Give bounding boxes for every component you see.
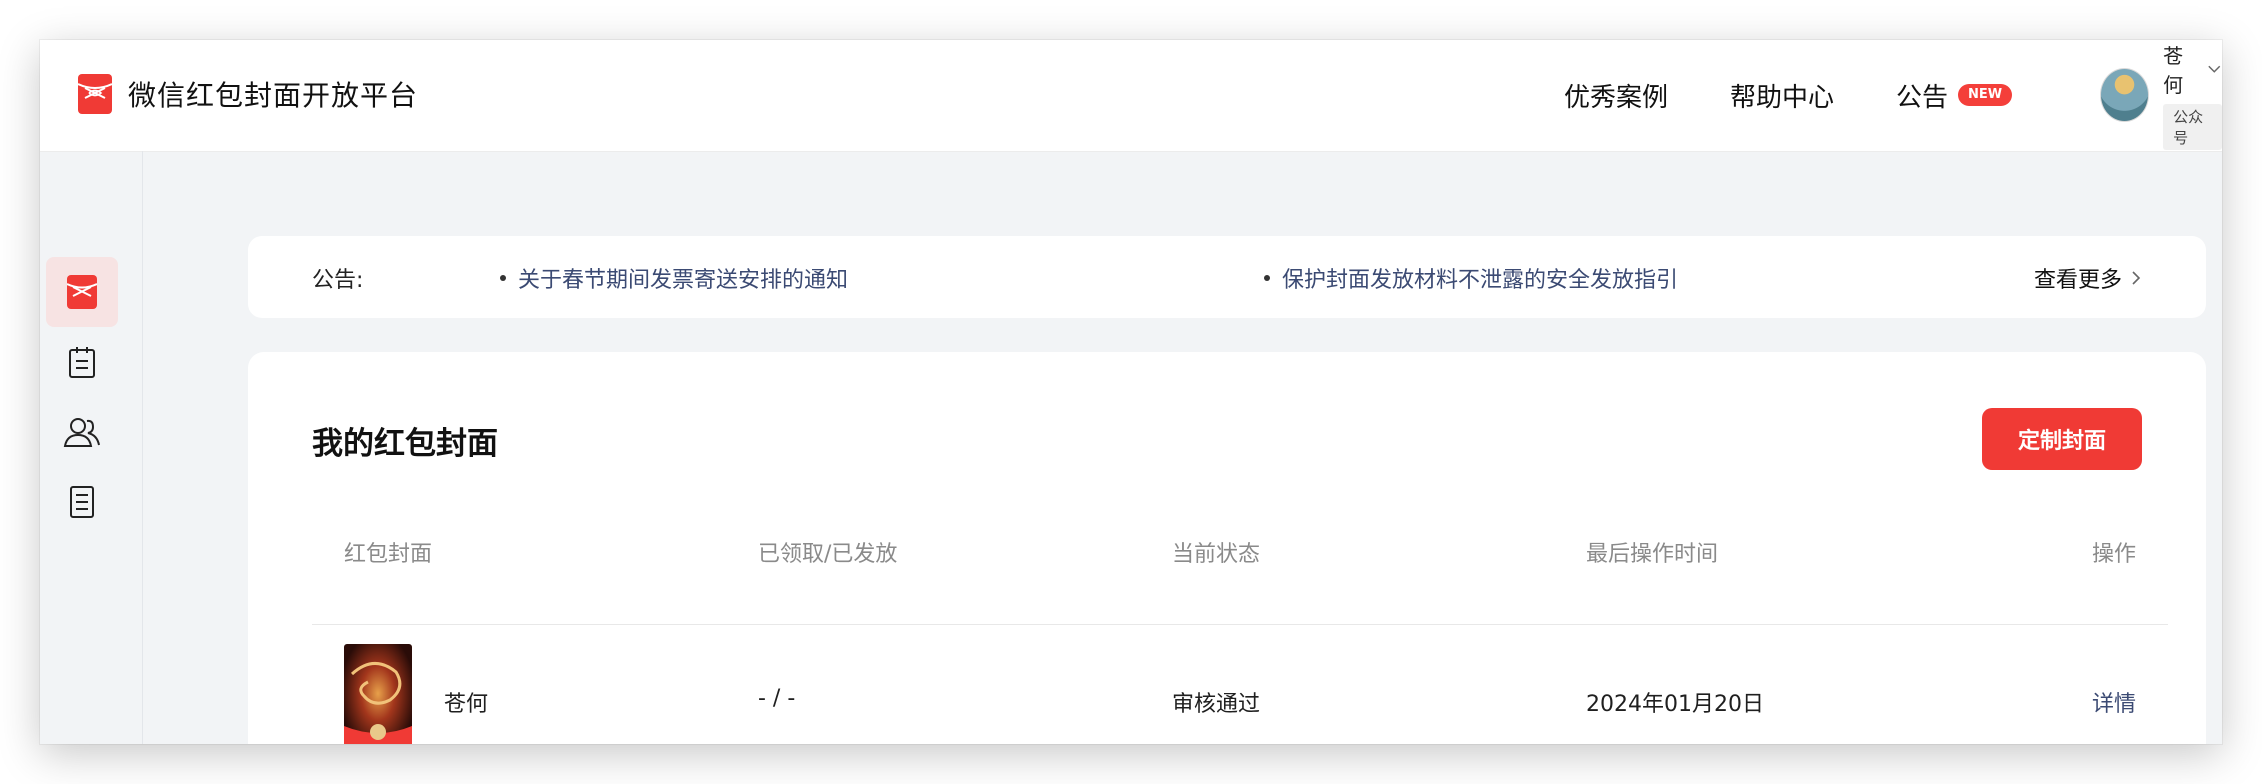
announcement-item-1-text: 关于春节期间发票寄送安排的通知: [518, 268, 849, 293]
column-header-last-time: 最后操作时间: [1586, 542, 1719, 567]
sidebar-item-accounts[interactable]: [46, 397, 118, 467]
user-meta: 苍何 公众号: [2163, 40, 2222, 150]
app-window: 微信红包封面开放平台 优秀案例 帮助中心 公告 NEW 苍何 公众号 公告: 关…: [40, 40, 2222, 744]
view-more-label: 查看更多: [2033, 268, 2122, 293]
announcement-item-2[interactable]: 保护封面发放材料不泄露的安全发放指引: [1264, 262, 1678, 294]
announcement-item-1[interactable]: 关于春节期间发票寄送安排的通知: [500, 262, 848, 294]
new-badge: NEW: [1958, 84, 2013, 106]
column-header-status: 当前状态: [1172, 542, 1261, 567]
view-more-link[interactable]: 查看更多: [2034, 262, 2142, 294]
column-header-claimed-issued: 已领取/已发放: [758, 542, 898, 567]
column-header-cover: 红包封面: [344, 542, 433, 567]
create-cover-button[interactable]: 定制封面: [1982, 408, 2142, 470]
column-header-action: 操作: [2091, 542, 2136, 567]
user-name: 苍何: [2163, 44, 2184, 97]
top-bar: 微信红包封面开放平台 优秀案例 帮助中心 公告 NEW 苍何 公众号: [40, 40, 2222, 152]
users-icon: [63, 418, 100, 447]
nav-announcement[interactable]: 公告 NEW: [1896, 70, 2013, 120]
cover-image: [344, 644, 412, 744]
my-covers-card: 我的红包封面 定制封面 红包封面 已领取/已发放 当前状态 最后操作时间 操作: [248, 352, 2206, 744]
nav-help-label: 帮助中心: [1730, 82, 1835, 113]
user-name-row: 苍何: [2163, 40, 2222, 98]
announcement-bar: 公告: 关于春节期间发票寄送安排的通知 保护封面发放材料不泄露的安全发放指引 查…: [248, 236, 2206, 318]
last-time-value: 2024年01月20日: [1586, 692, 1764, 717]
sidebar-item-covers[interactable]: [46, 257, 118, 327]
document-icon: [70, 486, 94, 518]
nav-showcase[interactable]: 优秀案例: [1564, 70, 1668, 120]
account-type-tag: 公众号: [2163, 104, 2222, 150]
announcement-item-2-text: 保护封面发放材料不泄露的安全发放指引: [1282, 268, 1679, 293]
chevron-right-icon: [2132, 271, 2141, 285]
brand[interactable]: 微信红包封面开放平台: [78, 66, 418, 122]
sidebar: [40, 151, 143, 744]
brand-name: 微信红包封面开放平台: [128, 79, 419, 112]
cover-name: 苍何: [444, 692, 489, 717]
bullet-dot: [1264, 275, 1270, 281]
sidebar-item-records[interactable]: [46, 327, 118, 397]
sidebar-item-documents[interactable]: [46, 467, 118, 537]
table-divider: [312, 624, 2168, 625]
nav-showcase-label: 优秀案例: [1564, 82, 1669, 113]
claimed-issued-value: - / -: [758, 686, 796, 711]
announcement-label: 公告:: [312, 268, 364, 293]
avatar[interactable]: [2100, 68, 2150, 122]
nav-announcement-label: 公告: [1896, 82, 1949, 113]
red-envelope-icon: [67, 275, 97, 309]
cover-thumbnail[interactable]: [344, 644, 412, 744]
chevron-down-icon[interactable]: [2207, 64, 2222, 74]
clipboard-icon: [69, 347, 95, 378]
status-value: 审核通过: [1172, 692, 1261, 717]
nav-help-center[interactable]: 帮助中心: [1730, 70, 1834, 120]
bullet-dot: [500, 275, 506, 281]
details-link[interactable]: 详情: [2092, 686, 2136, 718]
red-envelope-logo-icon: [78, 74, 112, 114]
user-menu[interactable]: 苍何 公众号: [2100, 44, 2222, 150]
page-title: 我的红包封面: [312, 426, 498, 462]
